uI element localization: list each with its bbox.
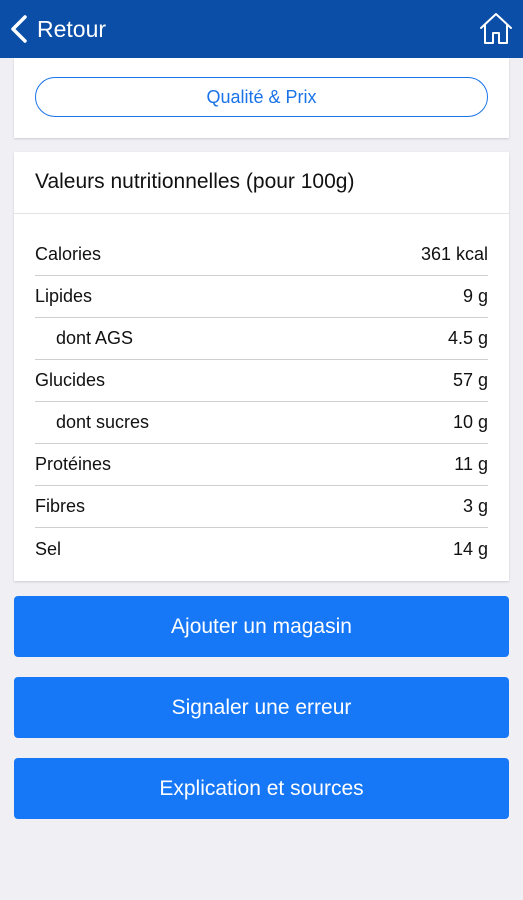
nutrient-name: Fibres bbox=[35, 496, 86, 516]
home-button[interactable] bbox=[479, 11, 513, 45]
nutrition-row: Sel 14 g bbox=[35, 528, 488, 570]
nutrition-row: Calories 361 kcal bbox=[35, 234, 488, 276]
nutrition-row: Protéines 11 g bbox=[35, 444, 488, 486]
nutrition-row: Fibres 3 g bbox=[35, 486, 488, 528]
nutrient-value: 57 g bbox=[452, 370, 488, 390]
nutrient-name: dont AGS bbox=[56, 328, 134, 348]
nutrient-name: Calories bbox=[35, 244, 102, 264]
nutrient-value: 4.5 g bbox=[447, 328, 488, 348]
back-button[interactable]: Retour bbox=[8, 0, 106, 58]
nutrition-title: Valeurs nutritionnelles (pour 100g) bbox=[35, 170, 355, 193]
nutrient-name: Glucides bbox=[35, 370, 106, 390]
divider bbox=[14, 213, 509, 214]
nutrition-card: Valeurs nutritionnelles (pour 100g) Calo… bbox=[14, 152, 509, 581]
nutrient-name: dont sucres bbox=[56, 412, 150, 432]
nutrient-name: Protéines bbox=[35, 454, 112, 474]
report-error-button[interactable]: Signaler une erreur bbox=[14, 677, 509, 738]
quality-card: Qualité & Prix bbox=[14, 58, 509, 138]
nutrient-name: Lipides bbox=[35, 286, 93, 306]
nutrition-table: Calories 361 kcal Lipides 9 g dont AGS 4… bbox=[35, 234, 488, 570]
quality-price-button[interactable]: Qualité & Prix bbox=[35, 77, 488, 117]
home-icon bbox=[480, 13, 512, 44]
nutrition-row: Lipides 9 g bbox=[35, 276, 488, 318]
nutrient-value: 10 g bbox=[452, 412, 488, 432]
nutrition-row: dont sucres 10 g bbox=[35, 402, 488, 444]
nutrient-value: 9 g bbox=[462, 286, 488, 306]
nutrition-row: Glucides 57 g bbox=[35, 360, 488, 402]
nutrient-value: 361 kcal bbox=[420, 244, 488, 264]
explanation-sources-button[interactable]: Explication et sources bbox=[14, 758, 509, 819]
nutrient-value: 3 g bbox=[462, 496, 488, 516]
nav-bar: Retour bbox=[0, 0, 523, 58]
nutrient-value: 11 g bbox=[454, 454, 488, 474]
chevron-left-icon bbox=[11, 15, 27, 43]
nutrition-row: dont AGS 4.5 g bbox=[35, 318, 488, 360]
nutrient-value: 14 g bbox=[452, 538, 488, 559]
back-label: Retour bbox=[37, 15, 107, 42]
add-store-button[interactable]: Ajouter un magasin bbox=[14, 596, 509, 657]
nutrient-name: Sel bbox=[35, 538, 62, 559]
